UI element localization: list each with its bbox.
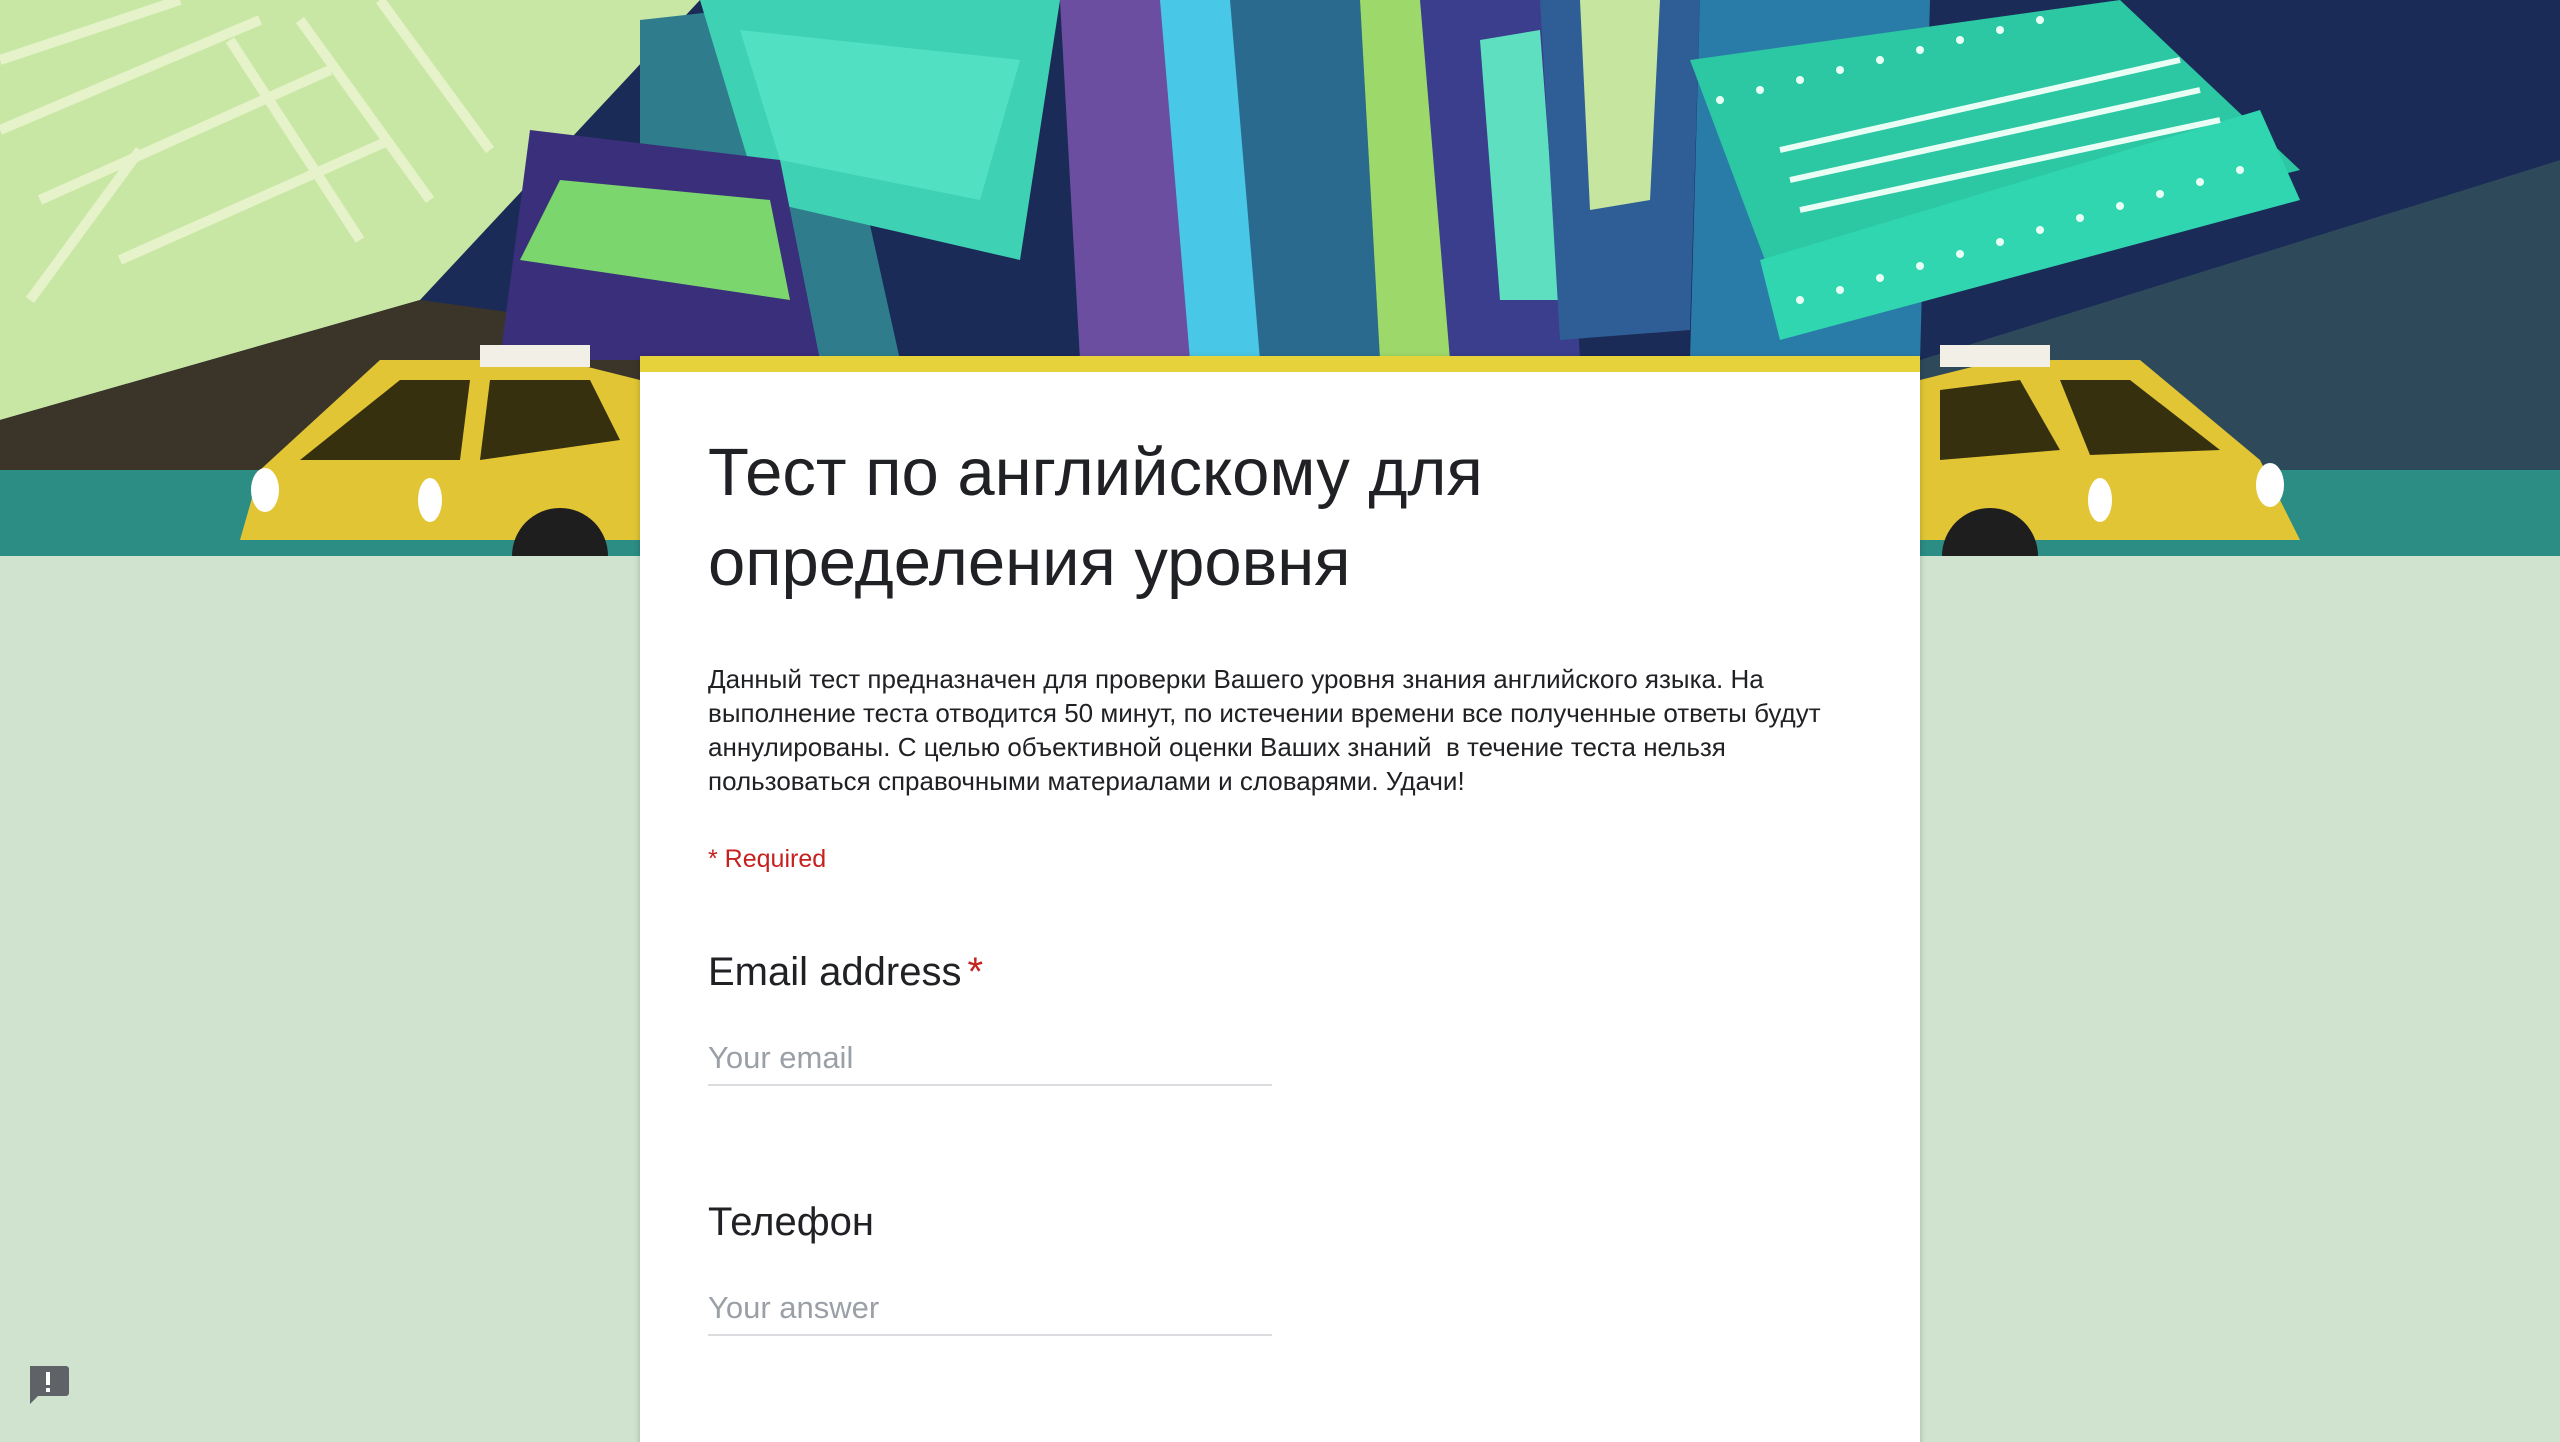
question-label: Телефон bbox=[708, 1200, 874, 1244]
required-note: * Required bbox=[708, 845, 827, 873]
report-problem-icon bbox=[30, 1366, 69, 1404]
phone-input[interactable] bbox=[708, 1282, 1272, 1336]
form-card: Тест по английскому для определения уров… bbox=[640, 356, 1920, 1442]
question-email: Email address * bbox=[708, 946, 1808, 1086]
question-phone: Телефон bbox=[708, 1196, 1808, 1336]
report-problem-button[interactable] bbox=[26, 1364, 70, 1406]
question-title-email: Email address * bbox=[708, 946, 1808, 998]
email-input[interactable] bbox=[708, 1032, 1272, 1086]
form-title: Тест по английскому для определения уров… bbox=[708, 435, 1483, 600]
required-asterisk: * bbox=[967, 950, 984, 994]
question-title-phone: Телефон bbox=[708, 1196, 1808, 1248]
form-description: Данный тест предназначен для проверки Ва… bbox=[708, 664, 1828, 796]
card-accent-bar bbox=[640, 356, 1920, 372]
question-label: Email address bbox=[708, 950, 962, 994]
